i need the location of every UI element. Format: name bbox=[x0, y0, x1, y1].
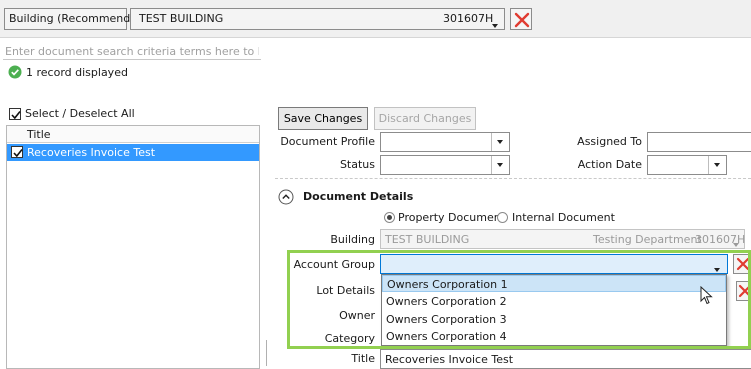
chevron-down-icon[interactable] bbox=[491, 133, 509, 151]
section-title: Document Details bbox=[303, 190, 414, 203]
building-type-label: Building (Recommended) bbox=[9, 12, 149, 25]
building-code: 301607H bbox=[443, 12, 494, 25]
property-document-label: Property Document bbox=[398, 211, 506, 224]
title-field-value: Recoveries Invoice Test bbox=[385, 353, 514, 366]
table-row[interactable]: Recoveries Invoice Test bbox=[7, 144, 259, 161]
building-name: TEST BUILDING bbox=[139, 12, 224, 25]
clear-building-button[interactable] bbox=[510, 8, 532, 30]
chevron-down-icon[interactable] bbox=[708, 156, 726, 174]
document-search-input[interactable] bbox=[3, 44, 261, 60]
chevron-down-icon[interactable] bbox=[491, 156, 509, 174]
internal-document-radio[interactable] bbox=[497, 212, 508, 223]
section-divider bbox=[275, 178, 751, 179]
status-label: Status bbox=[339, 158, 375, 171]
column-title-label: Title bbox=[27, 128, 51, 141]
document-profile-label: Document Profile bbox=[280, 135, 375, 148]
splitter-handle[interactable] bbox=[266, 340, 267, 366]
row-title: Recoveries Invoice Test bbox=[27, 146, 156, 159]
collapse-chevron-icon[interactable] bbox=[278, 189, 294, 205]
highlight-callout bbox=[287, 250, 751, 349]
action-date-label: Action Date bbox=[577, 158, 642, 171]
building-label: Building bbox=[330, 233, 375, 246]
action-date-picker[interactable] bbox=[647, 155, 727, 175]
title-field[interactable]: Recoveries Invoice Test bbox=[380, 349, 751, 369]
column-header-title[interactable]: Title bbox=[7, 126, 259, 143]
document-profile-select[interactable] bbox=[380, 132, 510, 152]
internal-document-label: Internal Document bbox=[512, 211, 615, 224]
select-all-label: Select / Deselect All bbox=[25, 107, 135, 120]
status-select[interactable] bbox=[380, 155, 510, 175]
building-type-selector[interactable]: Building (Recommended) bbox=[4, 8, 148, 30]
check-circle-icon bbox=[8, 65, 22, 79]
building-field: TEST BUILDING Testing Department 301607H bbox=[380, 229, 745, 249]
select-all-checkbox[interactable] bbox=[9, 108, 21, 120]
document-list: Title Recoveries Invoice Test bbox=[6, 125, 260, 369]
row-checkbox[interactable] bbox=[11, 146, 23, 158]
assigned-to-label: Assigned To bbox=[577, 135, 642, 148]
records-status: 1 record displayed bbox=[26, 66, 128, 79]
chevron-down-icon bbox=[733, 237, 739, 250]
save-changes-button[interactable]: Save Changes bbox=[278, 107, 368, 130]
building-combo[interactable]: TEST BUILDING 301607H bbox=[130, 8, 505, 30]
property-document-radio[interactable] bbox=[384, 212, 395, 223]
delete-x-icon bbox=[514, 12, 530, 28]
discard-changes-button[interactable]: Discard Changes bbox=[374, 107, 476, 130]
title-label: Title bbox=[351, 352, 375, 365]
assigned-to-field[interactable] bbox=[647, 132, 751, 152]
top-toolbar: Building (Recommended) TEST BUILDING 301… bbox=[0, 0, 751, 38]
chevron-down-icon[interactable] bbox=[492, 18, 498, 31]
building-field-value: TEST BUILDING bbox=[385, 233, 470, 246]
building-department: Testing Department bbox=[593, 233, 702, 246]
